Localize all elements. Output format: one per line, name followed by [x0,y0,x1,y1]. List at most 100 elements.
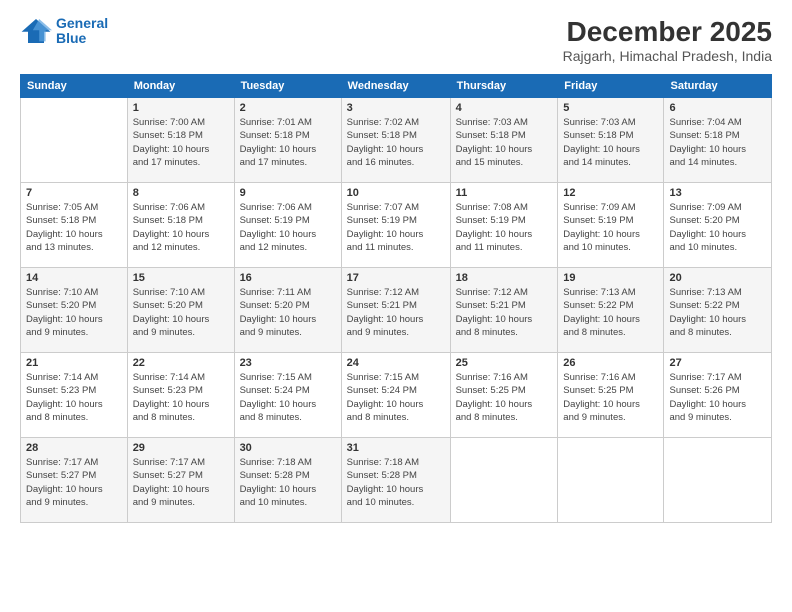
day-info: Sunrise: 7:13 AMSunset: 5:22 PMDaylight:… [563,286,658,339]
header-monday: Monday [127,75,234,98]
day-info: Sunrise: 7:12 AMSunset: 5:21 PMDaylight:… [347,286,445,339]
table-row [450,438,558,523]
day-number: 7 [26,187,122,199]
table-row: 7Sunrise: 7:05 AMSunset: 5:18 PMDaylight… [21,183,128,268]
day-number: 18 [456,272,553,284]
week-row-3: 14Sunrise: 7:10 AMSunset: 5:20 PMDayligh… [21,268,772,353]
table-row: 8Sunrise: 7:06 AMSunset: 5:18 PMDaylight… [127,183,234,268]
table-row [21,98,128,183]
header: General Blue December 2025 Rajgarh, Hima… [20,16,772,64]
logo-text: General Blue [56,16,108,47]
week-row-2: 7Sunrise: 7:05 AMSunset: 5:18 PMDaylight… [21,183,772,268]
day-number: 13 [669,187,766,199]
table-row: 22 Sunrise: 7:14 AMSunset: 5:23 PMDayligh… [127,353,234,438]
header-sunday: Sunday [21,75,128,98]
table-row: 14Sunrise: 7:10 AMSunset: 5:20 PMDayligh… [21,268,128,353]
table-row: 30Sunrise: 7:18 AMSunset: 5:28 PMDayligh… [234,438,341,523]
table-row: 12Sunrise: 7:09 AMSunset: 5:19 PMDayligh… [558,183,664,268]
day-info: Sunrise: 7:06 AMSunset: 5:18 PMDaylight:… [133,201,229,254]
day-info: Sunrise: 7:09 AMSunset: 5:20 PMDaylight:… [669,201,766,254]
week-row-5: 28 Sunrise: 7:17 AMSunset: 5:27 PMDayligh… [21,438,772,523]
weekday-header-row: Sunday Monday Tuesday Wednesday Thursday… [21,75,772,98]
table-row: 18 Sunrise: 7:12 AMSunset: 5:21 PMDayligh… [450,268,558,353]
day-info: Sunrise: 7:02 AMSunset: 5:18 PMDaylight:… [347,116,445,169]
day-number: 5 [563,102,658,114]
day-number: 28 [26,442,122,454]
table-row: 1 Sunrise: 7:00 AMSunset: 5:18 PMDaylight… [127,98,234,183]
table-row: 3 Sunrise: 7:02 AMSunset: 5:18 PMDaylight… [341,98,450,183]
day-info: Sunrise: 7:16 AMSunset: 5:25 PMDaylight:… [563,371,658,424]
calendar: Sunday Monday Tuesday Wednesday Thursday… [20,74,772,523]
table-row: 13 Sunrise: 7:09 AMSunset: 5:20 PMDayligh… [664,183,772,268]
day-number: 17 [347,272,445,284]
day-number: 25 [456,357,553,369]
table-row: 11Sunrise: 7:08 AMSunset: 5:19 PMDayligh… [450,183,558,268]
day-info: Sunrise: 7:14 AMSunset: 5:23 PMDaylight:… [26,371,122,424]
location: Rajgarh, Himachal Pradesh, India [563,48,772,64]
logo: General Blue [20,16,108,47]
table-row [664,438,772,523]
header-friday: Friday [558,75,664,98]
logo-line1: General [56,15,108,31]
table-row: 5 Sunrise: 7:03 AMSunset: 5:18 PMDaylight… [558,98,664,183]
day-number: 24 [347,357,445,369]
day-info: Sunrise: 7:04 AMSunset: 5:18 PMDaylight:… [669,116,766,169]
day-number: 10 [347,187,445,199]
day-info: Sunrise: 7:03 AMSunset: 5:18 PMDaylight:… [456,116,553,169]
table-row: 26 Sunrise: 7:16 AMSunset: 5:25 PMDayligh… [558,353,664,438]
header-wednesday: Wednesday [341,75,450,98]
table-row: 21Sunrise: 7:14 AMSunset: 5:23 PMDayligh… [21,353,128,438]
table-row: 29 Sunrise: 7:17 AMSunset: 5:27 PMDayligh… [127,438,234,523]
day-number: 9 [240,187,336,199]
day-number: 29 [133,442,229,454]
day-number: 14 [26,272,122,284]
table-row: 27 Sunrise: 7:17 AMSunset: 5:26 PMDayligh… [664,353,772,438]
day-info: Sunrise: 7:17 AMSunset: 5:27 PMDaylight:… [133,456,229,509]
day-info: Sunrise: 7:17 AMSunset: 5:26 PMDaylight:… [669,371,766,424]
day-number: 27 [669,357,766,369]
day-number: 12 [563,187,658,199]
day-number: 2 [240,102,336,114]
day-info: Sunrise: 7:15 AMSunset: 5:24 PMDaylight:… [347,371,445,424]
day-info: Sunrise: 7:08 AMSunset: 5:19 PMDaylight:… [456,201,553,254]
day-number: 22 [133,357,229,369]
day-info: Sunrise: 7:15 AMSunset: 5:24 PMDaylight:… [240,371,336,424]
header-saturday: Saturday [664,75,772,98]
table-row [558,438,664,523]
day-info: Sunrise: 7:00 AMSunset: 5:18 PMDaylight:… [133,116,229,169]
table-row: 9 Sunrise: 7:06 AMSunset: 5:19 PMDaylight… [234,183,341,268]
week-row-4: 21Sunrise: 7:14 AMSunset: 5:23 PMDayligh… [21,353,772,438]
day-number: 15 [133,272,229,284]
table-row: 17 Sunrise: 7:12 AMSunset: 5:21 PMDayligh… [341,268,450,353]
table-row: 15Sunrise: 7:10 AMSunset: 5:20 PMDayligh… [127,268,234,353]
table-row: 4Sunrise: 7:03 AMSunset: 5:18 PMDaylight… [450,98,558,183]
day-number: 26 [563,357,658,369]
day-number: 3 [347,102,445,114]
table-row: 25 Sunrise: 7:16 AMSunset: 5:25 PMDayligh… [450,353,558,438]
logo-icon [20,17,52,45]
day-info: Sunrise: 7:03 AMSunset: 5:18 PMDaylight:… [563,116,658,169]
table-row: 28Sunrise: 7:17 AMSunset: 5:27 PMDayligh… [21,438,128,523]
table-row: 6Sunrise: 7:04 AMSunset: 5:18 PMDaylight… [664,98,772,183]
table-row: 24 Sunrise: 7:15 AMSunset: 5:24 PMDayligh… [341,353,450,438]
day-number: 16 [240,272,336,284]
table-row: 31Sunrise: 7:18 AMSunset: 5:28 PMDayligh… [341,438,450,523]
day-info: Sunrise: 7:18 AMSunset: 5:28 PMDaylight:… [347,456,445,509]
day-number: 1 [133,102,229,114]
day-number: 19 [563,272,658,284]
table-row: 2 Sunrise: 7:01 AMSunset: 5:18 PMDaylight… [234,98,341,183]
week-row-1: 1 Sunrise: 7:00 AMSunset: 5:18 PMDaylight… [21,98,772,183]
logo-line2: Blue [56,30,86,46]
table-row: 19 Sunrise: 7:13 AMSunset: 5:22 PMDayligh… [558,268,664,353]
day-info: Sunrise: 7:01 AMSunset: 5:18 PMDaylight:… [240,116,336,169]
day-number: 30 [240,442,336,454]
day-info: Sunrise: 7:06 AMSunset: 5:19 PMDaylight:… [240,201,336,254]
month-title: December 2025 [563,16,772,48]
day-info: Sunrise: 7:14 AMSunset: 5:23 PMDaylight:… [133,371,229,424]
day-info: Sunrise: 7:07 AMSunset: 5:19 PMDaylight:… [347,201,445,254]
day-info: Sunrise: 7:16 AMSunset: 5:25 PMDaylight:… [456,371,553,424]
day-info: Sunrise: 7:13 AMSunset: 5:22 PMDaylight:… [669,286,766,339]
table-row: 23Sunrise: 7:15 AMSunset: 5:24 PMDayligh… [234,353,341,438]
table-row: 20Sunrise: 7:13 AMSunset: 5:22 PMDayligh… [664,268,772,353]
day-info: Sunrise: 7:12 AMSunset: 5:21 PMDaylight:… [456,286,553,339]
